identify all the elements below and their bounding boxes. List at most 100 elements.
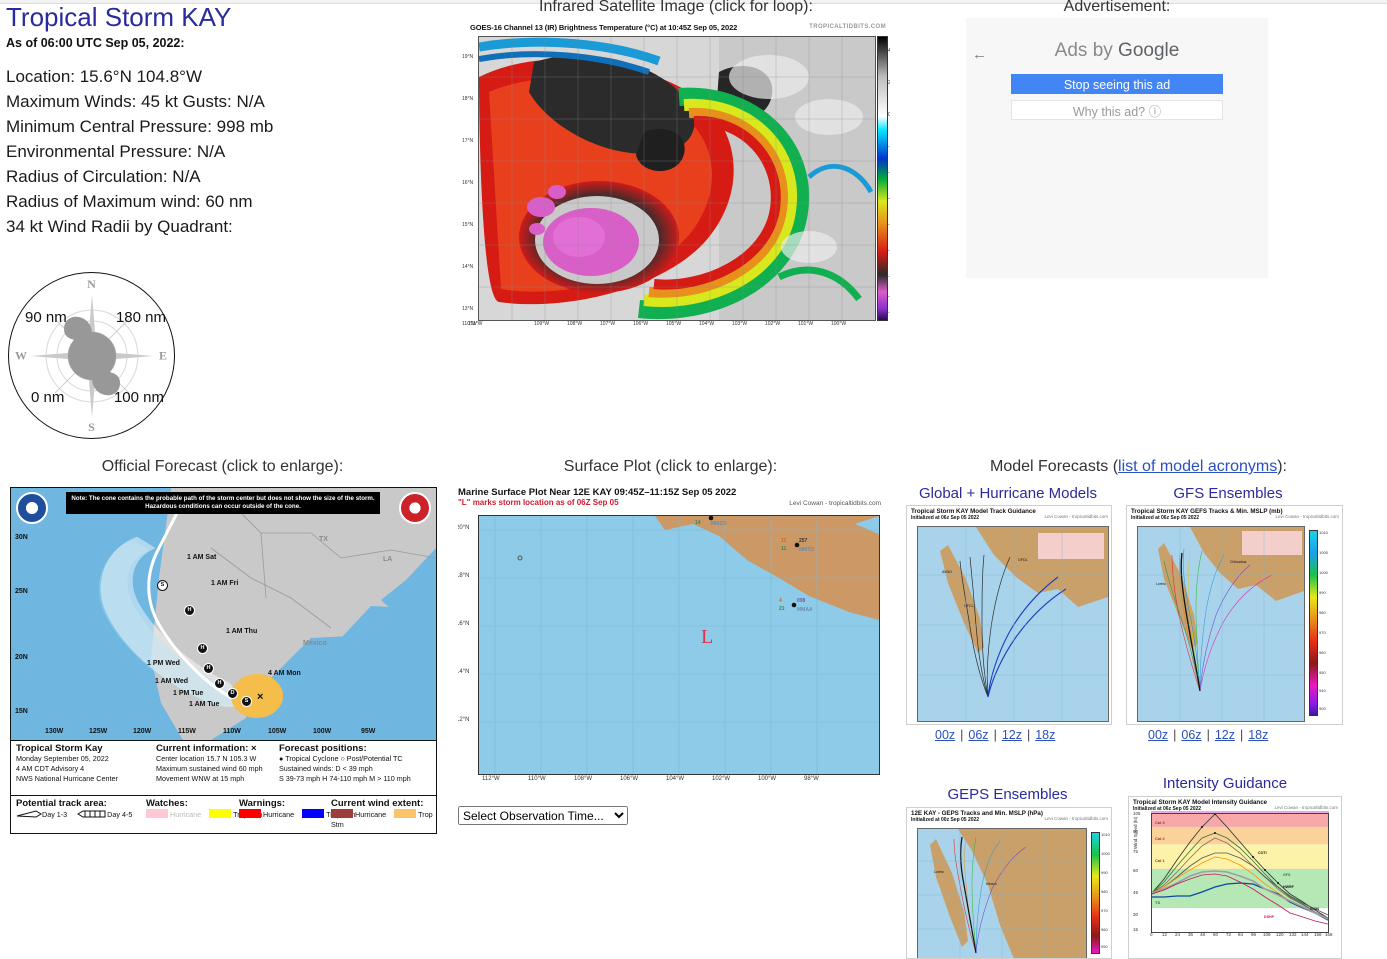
surface-xtick-7: 98°W xyxy=(804,776,819,782)
legend-track-day45: Day 4-5 xyxy=(107,810,132,819)
surface-plot-credit: Levi Cowan - tropicaltidbits.com xyxy=(789,500,881,507)
observation-time-select[interactable]: Select Observation Time...09:45Z10:15Z10… xyxy=(458,806,628,825)
intensity-y-axis-label: Wind Speed (kt) xyxy=(1133,817,1138,849)
satellite-ytick-5: 14°N xyxy=(462,264,473,270)
satellite-ytick-4: 15°N xyxy=(462,222,473,228)
satellite-map-canvas[interactable] xyxy=(478,36,876,321)
surface-plot-figure[interactable]: Marine Surface Plot Near 12E KAY 09:45Z–… xyxy=(458,487,883,802)
obs-1-wind: 11 xyxy=(781,538,786,544)
warning-hurricane-swatch xyxy=(239,809,261,818)
surface-low-marker: L xyxy=(701,626,713,649)
why-this-ad-button[interactable]: Why this ad? ⓘ xyxy=(1011,100,1223,120)
global-run-00z[interactable]: 00z xyxy=(935,728,955,742)
sep-3: | xyxy=(1027,728,1030,742)
ad-back-arrow-icon[interactable]: ← xyxy=(972,46,987,63)
wind-radii-compass: N S W E 90 nm 180 nm 0 nm 100 nm xyxy=(8,272,178,437)
model-forecasts-heading: Model Forecasts (list of model acronyms)… xyxy=(890,458,1387,476)
storm-info-panel: Tropical Storm KAY As of 06:00 UTC Sep 0… xyxy=(6,2,456,239)
model-panel-global-hurricane[interactable]: Tropical Storm KAY Model Track Guidance … xyxy=(906,505,1112,725)
satellite-credit: TROPICALTIDBITS.COM xyxy=(809,24,886,30)
surface-xtick-2: 108°W xyxy=(574,776,592,782)
model-panel-gfs-ensembles[interactable]: Tropical Storm KAY GEFS Tracks & Min. MS… xyxy=(1126,505,1343,725)
forecast-label-fri: 1 AM Fri xyxy=(211,580,238,587)
global-panel-run-links[interactable]: 00z|06z|12z|18z xyxy=(935,728,1055,742)
gfs-run-06z[interactable]: 06z xyxy=(1181,728,1201,742)
svg-text:Cat 3: Cat 3 xyxy=(1155,820,1166,825)
forecast-point-thu: H xyxy=(197,643,208,654)
svg-text:TS: TS xyxy=(1155,900,1160,905)
svg-text:AVNO: AVNO xyxy=(942,570,952,574)
extent-hurricane-swatch xyxy=(331,809,353,818)
satellite-xtick-10: 101°W xyxy=(798,321,813,327)
forecast-label-thu: 1 AM Thu xyxy=(226,628,257,635)
watch-hurricane-swatch xyxy=(146,809,168,818)
geps-ensemble-plot: MexicoLoreto xyxy=(918,829,1086,959)
svg-text:Cat 1: Cat 1 xyxy=(1155,858,1166,863)
stop-seeing-this-ad-button[interactable]: Stop seeing this ad xyxy=(1011,74,1223,94)
obs-1-temp: 11 xyxy=(781,546,786,552)
legend-track-items: Day 1-3 Day 4-5 xyxy=(16,809,132,820)
geps-panel-credit: Levi Cowan - tropicaltidbits.com xyxy=(1044,816,1108,821)
intensity-xtick-156: 156 xyxy=(1314,932,1322,937)
obs-0-wind: 18 xyxy=(695,515,701,518)
forecast-lon-2: 120W xyxy=(133,728,151,735)
forecast-lon-6: 100W xyxy=(313,728,331,735)
intensity-xtick-72: 72 xyxy=(1226,932,1231,937)
forecast-lon-7: 95W xyxy=(361,728,375,735)
noaa-logo-icon xyxy=(16,492,48,524)
satellite-xtick-1: 110°W xyxy=(462,321,477,327)
surface-ytick-2: 16°N xyxy=(458,621,469,627)
warning-tropstm-swatch xyxy=(302,809,324,818)
page-title: Tropical Storm KAY xyxy=(6,2,456,32)
forecast-point-tue-am: S xyxy=(241,696,252,707)
geps-cbar-tick-0: 1010 xyxy=(1101,832,1110,837)
surface-xtick-0: 112°W xyxy=(482,776,500,782)
intensity-xtick-60: 60 xyxy=(1213,932,1218,937)
gfs-panel-run-links[interactable]: 00z|06z|12z|18z xyxy=(1148,728,1268,742)
sep-1: | xyxy=(960,728,963,742)
geps-cbar-tick-3: 980 xyxy=(1101,889,1108,894)
satellite-xtick-3: 108°W xyxy=(567,321,582,327)
model-panel-geps-ensembles[interactable]: 12E KAY - GEPS Tracks and Min. MSLP (hPa… xyxy=(906,807,1112,959)
infrared-satellite-image[interactable]: GOES-16 Channel 13 (IR) Brightness Tempe… xyxy=(462,22,890,332)
global-run-06z[interactable]: 06z xyxy=(968,728,988,742)
intensity-xtick-48: 48 xyxy=(1200,932,1205,937)
surface-plot-canvas[interactable]: L 18 173 14 MMZO 11 257 11 MMTO 4 098 21… xyxy=(478,515,880,775)
forecast-label-sat: 1 AM Sat xyxy=(187,554,216,561)
geps-cbar-tick-6: 950 xyxy=(1101,944,1108,949)
advertisement-panel[interactable]: ← Ads by Google Stop seeing this ad Why … xyxy=(966,18,1268,278)
satellite-colorbar-tick-2: 0 xyxy=(888,112,890,118)
ads-by-prefix: Ads by xyxy=(1055,40,1118,61)
svg-text:GFS: GFS xyxy=(1283,873,1291,877)
official-forecast-map[interactable]: Note: The cone contains the probable pat… xyxy=(10,487,437,834)
satellite-colorbar-tick-1: 20 xyxy=(888,80,890,86)
model-acronyms-link[interactable]: list of model acronyms xyxy=(1118,458,1277,475)
gfs-ensemble-plot: LoretoChihuahua xyxy=(1138,527,1304,721)
satellite-ytick-2: 17°N xyxy=(462,138,473,144)
intensity-xtick-12: 12 xyxy=(1162,932,1167,937)
svg-text:DSHP: DSHP xyxy=(1264,915,1275,919)
svg-text:Loreto: Loreto xyxy=(1156,582,1166,586)
model-panel-intensity-guidance[interactable]: Tropical Storm KAY Model Intensity Guida… xyxy=(1128,796,1342,959)
satellite-xtick-8: 103°W xyxy=(732,321,747,327)
obs-0-station: MMZO xyxy=(711,521,726,527)
page-root: Tropical Storm KAY As of 06:00 UTC Sep 0… xyxy=(0,0,1387,957)
watch-tropstm-swatch xyxy=(209,809,231,818)
stat-location: Location: 15.6°N 104.8°W xyxy=(6,64,456,89)
global-run-12z[interactable]: 12z xyxy=(1002,728,1022,742)
intensity-xtick-120: 120 xyxy=(1276,932,1284,937)
gfs-run-18z[interactable]: 18z xyxy=(1248,728,1268,742)
forecast-lat-1: 25N xyxy=(15,588,28,595)
forecast-lat-2: 20N xyxy=(15,654,28,661)
gfs-cbar-tick-8: 940 xyxy=(1319,688,1326,693)
gfs-run-00z[interactable]: 00z xyxy=(1148,728,1168,742)
gfs-run-12z[interactable]: 12z xyxy=(1215,728,1235,742)
nhc-cone-graphic[interactable]: Note: The cone contains the probable pat… xyxy=(11,488,436,740)
ads-by-google-label: Ads by Google xyxy=(966,18,1268,62)
satellite-xtick-6: 105°W xyxy=(666,321,681,327)
legend-extent-items: Hurricane Trop Stm xyxy=(331,809,436,830)
sep-6: | xyxy=(1240,728,1243,742)
gfs-cbar-tick-4: 980 xyxy=(1319,610,1326,615)
global-run-18z[interactable]: 18z xyxy=(1035,728,1055,742)
forecast-lon-1: 125W xyxy=(89,728,107,735)
